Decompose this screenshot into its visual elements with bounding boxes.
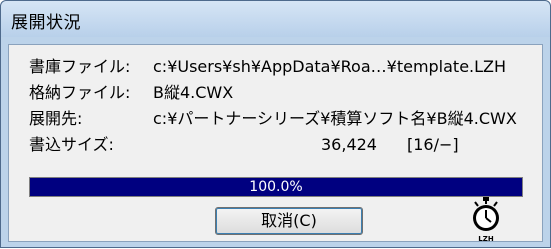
write-size-ratio: [16/−] [407, 135, 459, 154]
destination-label: 展開先: [29, 109, 83, 128]
stored-file-label: 格納ファイル: [29, 83, 131, 102]
archive-file-value: c:¥Users¥sh¥AppData¥Roa…¥template.LZH [153, 57, 507, 76]
progress-label: 100.0% [249, 179, 303, 195]
write-size-value: 36,424 [321, 135, 377, 154]
extract-status-window: 展開状況 書庫ファイル: c:¥Users¥sh¥AppData¥Roa…¥te… [0, 0, 551, 248]
dialog-body: 書庫ファイル: c:¥Users¥sh¥AppData¥Roa…¥templat… [8, 44, 543, 245]
destination-value: c:¥パートナーシリーズ¥積算ソフト名¥B縦4.CWX [153, 109, 517, 128]
stopwatch-icon: LZH [457, 195, 517, 245]
timer-caption: LZH [478, 235, 494, 243]
stored-file-value: B縦4.CWX [153, 83, 234, 102]
cancel-button[interactable]: 取消(C) [215, 207, 363, 235]
archive-file-label: 書庫ファイル: [29, 57, 131, 76]
progress-bar: 100.0% [29, 177, 523, 197]
window-title: 展開状況 [11, 13, 81, 33]
write-size-label: 書込サイズ: [29, 135, 114, 154]
titlebar: 展開状況 [1, 1, 550, 37]
